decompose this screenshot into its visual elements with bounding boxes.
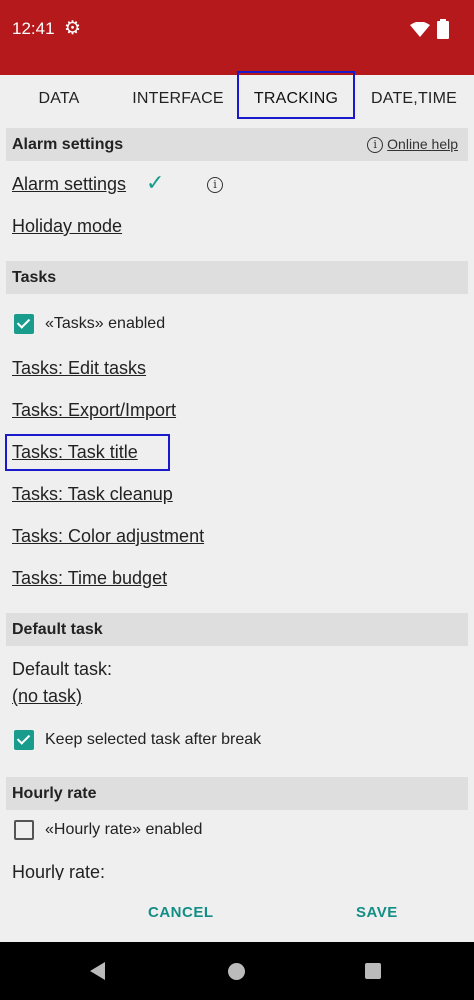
alarm-settings-link[interactable]: Alarm settings [12,174,126,195]
section-header-alarm: Alarm settings i Online help [6,128,468,161]
section-header-default-task: Default task [6,613,468,646]
home-icon[interactable] [228,963,245,980]
section-title-alarm: Alarm settings [12,136,124,153]
section-header-tasks: Tasks [6,261,468,294]
tasks-cleanup-link[interactable]: Tasks: Task cleanup [12,484,173,505]
cancel-button[interactable]: CANCEL [148,880,214,946]
tasks-edit-link[interactable]: Tasks: Edit tasks [12,358,146,379]
tab-interface[interactable]: INTERFACE [128,75,228,122]
hourly-rate-enabled-label: «Hourly rate» enabled [45,821,203,838]
default-task-value-link[interactable]: (no task) [12,686,82,707]
highlight-box-tracking-tab [237,71,355,119]
status-bar: 12:41 ⚙ [0,0,474,75]
tab-data[interactable]: DATA [20,75,98,122]
online-help-label: Online help [387,136,458,152]
tasks-enabled-checkbox[interactable] [14,314,34,334]
navigation-bar [0,942,474,1000]
info-icon[interactable]: i [207,177,223,193]
highlight-box-task-title [5,434,170,471]
battery-icon [437,19,449,44]
wifi-icon [410,21,430,43]
status-time: 12:41 [12,19,55,38]
tab-date-time[interactable]: DATE,TIME [364,75,464,122]
section-title-hourly-rate: Hourly rate [12,785,97,802]
default-task-label: Default task: [12,659,113,679]
checkmark-icon: ✓ [146,170,165,195]
dialog-footer: CANCEL SAVE [0,880,474,942]
section-title-tasks: Tasks [12,269,57,286]
section-title-default-task: Default task [12,621,103,638]
tasks-time-budget-link[interactable]: Tasks: Time budget [12,568,167,589]
hourly-rate-enabled-checkbox[interactable] [14,820,34,840]
back-icon[interactable] [90,962,105,980]
holiday-mode-link[interactable]: Holiday mode [12,216,122,237]
recent-apps-icon[interactable] [365,963,381,979]
gear-icon: ⚙ [64,18,82,39]
tasks-export-import-link[interactable]: Tasks: Export/Import [12,400,176,421]
keep-task-label: Keep selected task after break [45,731,262,748]
online-help-link[interactable]: i Online help [367,128,458,161]
tasks-enabled-label: «Tasks» enabled [45,315,166,332]
info-icon: i [367,137,384,153]
section-header-hourly-rate: Hourly rate [6,777,468,810]
tasks-color-adjustment-link[interactable]: Tasks: Color adjustment [12,526,204,547]
save-button[interactable]: SAVE [356,880,398,946]
keep-task-checkbox[interactable] [14,730,34,750]
